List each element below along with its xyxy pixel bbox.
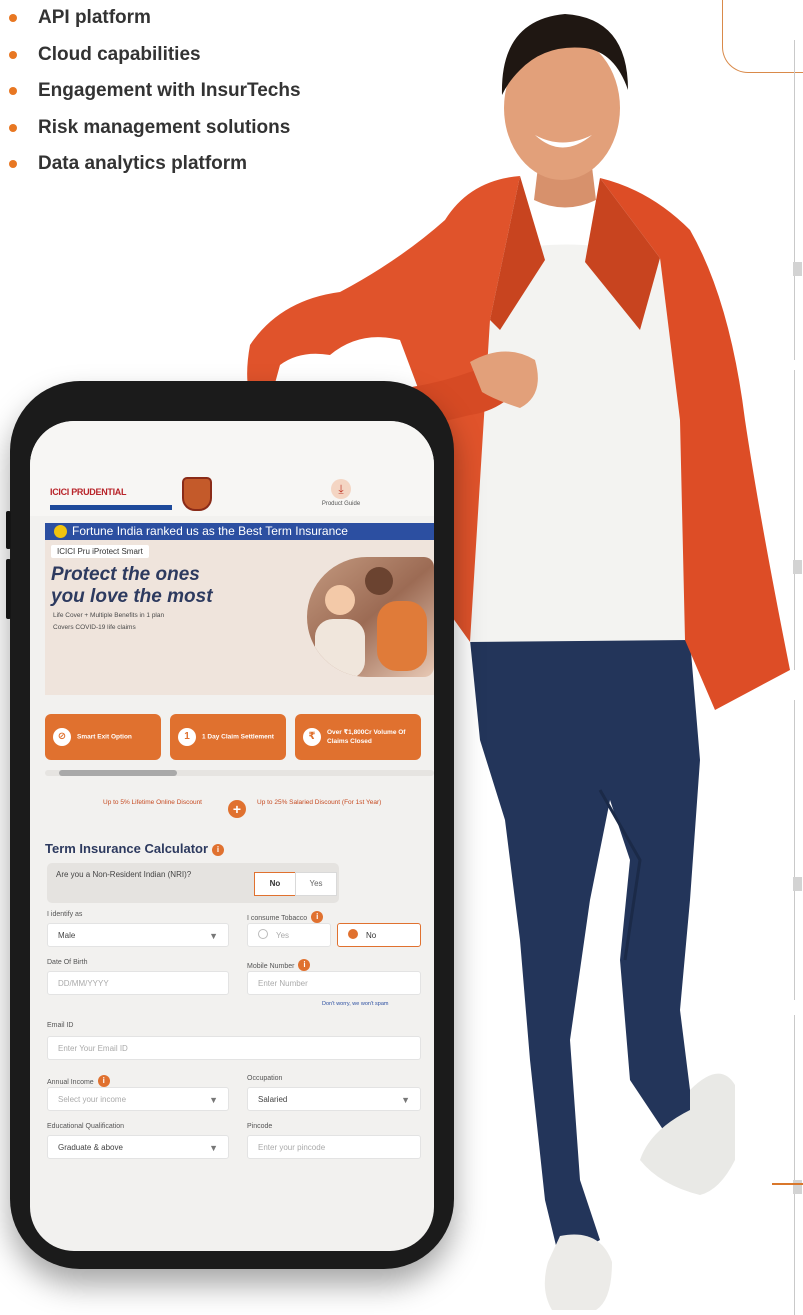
mobile-label: Mobile Number i: [247, 959, 311, 971]
list-item-label: Cloud capabilities: [38, 43, 201, 65]
claim-icon: 1: [178, 728, 196, 746]
feature-card[interactable]: ⊘ Smart Exit Option: [45, 714, 161, 760]
list-item: Life Cover + Multiple Benefits in 1 plan: [53, 612, 165, 619]
hero-points: Life Cover + Multiple Benefits in 1 plan…: [53, 612, 164, 636]
dob-input[interactable]: DD/MM/YYYY: [47, 971, 229, 995]
discount-salaried: Up to 25% Salaried Discount (For 1st Yea…: [257, 799, 382, 806]
scroll-thumb[interactable]: [59, 770, 177, 776]
product-tag: ICICI Pru iProtect Smart: [51, 545, 149, 558]
list-item-label: API platform: [38, 7, 151, 28]
nri-question-text: Are you a Non-Resident Indian (NRI)?: [56, 870, 192, 879]
education-select[interactable]: Graduate & above ▼: [47, 1135, 229, 1159]
info-icon[interactable]: i: [212, 844, 225, 856]
gender-select[interactable]: Male ▼: [47, 923, 229, 947]
carousel-scrollbar[interactable]: [45, 770, 434, 776]
phone-side-button: [6, 511, 11, 549]
ranking-banner[interactable]: Fortune India ranked us as the Best Term…: [45, 523, 434, 540]
mobile-input[interactable]: Enter Number: [247, 971, 421, 995]
hero-title: Protect the ones you love the most: [51, 564, 213, 607]
tobacco-label: I consume Tobacco i: [247, 911, 324, 923]
occupation-label: Occupation: [247, 1075, 283, 1082]
hero-section: ICICI Pru iProtect Smart Protect the one…: [45, 540, 434, 695]
discount-online: Up to 5% Lifetime Online Discount: [103, 799, 202, 806]
feature-label: Smart Exit Option: [77, 733, 132, 741]
tobacco-no-radio[interactable]: No: [337, 923, 421, 947]
email-input[interactable]: Enter Your Email ID: [47, 1036, 421, 1060]
chevron-down-icon: ▼: [209, 931, 218, 941]
occupation-select[interactable]: Salaried ▼: [247, 1087, 421, 1111]
claims-volume-icon: ₹: [303, 728, 321, 746]
phone-mockup: ICICI PRUDENTIAL ⤓ Product Guide Fortune…: [6, 381, 454, 1269]
info-icon[interactable]: i: [298, 959, 311, 971]
bullet-dot: [9, 123, 17, 132]
brand-logo[interactable]: ICICI PRUDENTIAL: [50, 487, 172, 510]
download-icon: ⤓: [331, 479, 351, 499]
info-icon[interactable]: i: [97, 1075, 110, 1087]
income-select[interactable]: Select your income ▼: [47, 1087, 229, 1111]
product-guide-label: Product Guide: [321, 501, 361, 507]
plus-icon: +: [228, 800, 246, 818]
dob-label: Date Of Birth: [47, 959, 88, 966]
feature-label: 1 Day Claim Settlement: [202, 733, 274, 741]
tobacco-yes-radio[interactable]: Yes: [247, 923, 331, 947]
discount-strip: Up to 5% Lifetime Online Discount + Up t…: [45, 792, 434, 836]
feature-card[interactable]: 1 1 Day Claim Settlement: [170, 714, 286, 760]
trophy-icon: [54, 525, 67, 538]
education-label: Educational Qualification: [47, 1123, 125, 1130]
product-guide-link[interactable]: ⤓ Product Guide: [316, 479, 366, 507]
feature-cards: ⊘ Smart Exit Option 1 1 Day Claim Settle…: [45, 714, 434, 766]
info-icon[interactable]: i: [311, 911, 324, 923]
bullet-dot: [9, 87, 17, 95]
chevron-down-icon: ▼: [209, 1143, 218, 1153]
nri-question: Are you a Non-Resident Indian (NRI)? No …: [47, 863, 339, 903]
family-photo: [307, 557, 434, 677]
bullet-dot: [9, 14, 17, 22]
term-insurance-calculator: Term Insurance Calculator i Are you a Non…: [45, 841, 434, 1251]
chevron-down-icon: ▼: [401, 1095, 410, 1105]
banner-text: Fortune India ranked us as the Best Term…: [72, 524, 348, 538]
bullet-dot: [9, 50, 17, 59]
email-label: Email ID: [47, 1022, 74, 1029]
income-label: Annual Income i: [47, 1075, 110, 1087]
feature-card[interactable]: ₹ Over ₹1,800Cr Volume Of Claims Closed: [295, 714, 421, 760]
phone-side-button: [6, 559, 11, 619]
identify-label: I identify as: [47, 911, 83, 918]
smart-exit-icon: ⊘: [53, 728, 71, 746]
award-badge-icon: [182, 477, 212, 511]
calculator-title: Term Insurance Calculator i: [45, 841, 225, 856]
list-item: Covers COVID-19 life claims: [53, 624, 136, 631]
nri-no-button[interactable]: No: [254, 872, 296, 896]
feature-label: Over ₹1,800Cr Volume Of Claims Closed: [327, 729, 406, 745]
spam-note: Don't worry, we won't spam: [322, 1001, 389, 1007]
phone-screen: ICICI PRUDENTIAL ⤓ Product Guide Fortune…: [30, 421, 434, 1251]
nri-yes-button[interactable]: Yes: [295, 872, 337, 896]
pincode-input[interactable]: Enter your pincode: [247, 1135, 421, 1159]
pincode-label: Pincode: [247, 1123, 273, 1130]
site-header: ICICI PRUDENTIAL ⤓ Product Guide: [30, 421, 434, 516]
chevron-down-icon: ▼: [209, 1095, 218, 1105]
bullet-dot: [9, 160, 17, 168]
